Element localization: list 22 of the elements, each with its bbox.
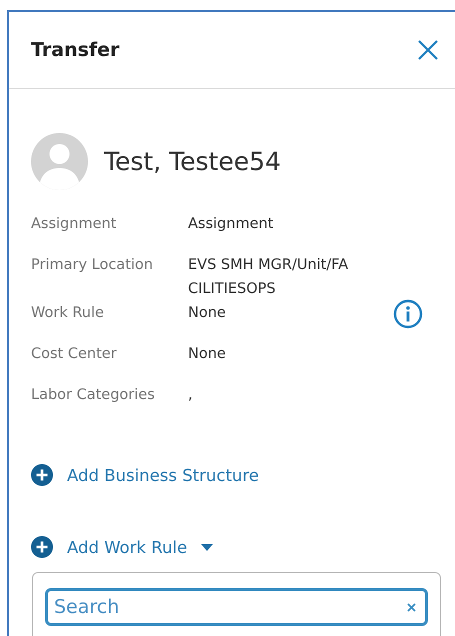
field-label: Assignment <box>31 215 118 234</box>
info-icon <box>393 299 423 329</box>
add-link[interactable]: Add Work Rule <box>31 536 455 558</box>
search-field[interactable]: Search <box>45 588 428 626</box>
plus-icon <box>31 464 53 486</box>
field-label: Primary Location <box>31 256 154 275</box>
field-label: Work Rule <box>31 304 105 323</box>
plus-icon <box>31 536 53 558</box>
avatar-icon <box>31 133 88 190</box>
clear-icon <box>407 603 416 612</box>
field-value: None <box>188 304 227 323</box>
field-label: Cost Center <box>31 345 118 364</box>
field-value: , <box>188 386 194 405</box>
close-icon <box>417 39 439 61</box>
field-value: EVS SMH MGR/Unit/FA CILITIESOPS <box>188 256 350 299</box>
caret-icon <box>201 544 214 550</box>
field-value: Assignment <box>188 215 274 234</box>
field-label: Labor Categories <box>31 386 156 405</box>
add-link[interactable]: Add Business Structure <box>31 464 455 486</box>
person-name: Test, Testee54 <box>104 147 281 176</box>
panel-title: Transfer <box>31 39 120 61</box>
field-value: None <box>188 345 227 364</box>
